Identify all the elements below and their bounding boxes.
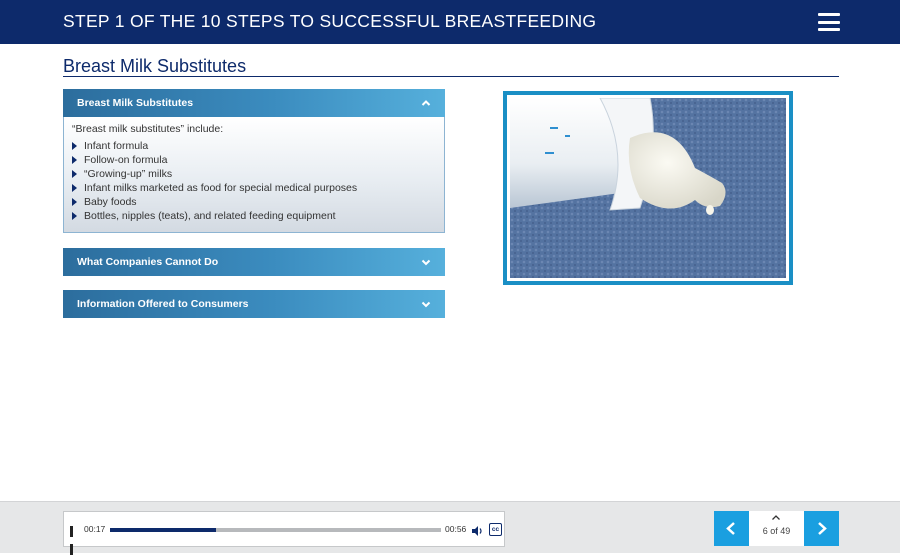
list-item-text: Bottles, nipples (teats), and related fe… bbox=[84, 210, 336, 223]
chevron-down-icon bbox=[421, 299, 431, 309]
accordion-header-information-offered-to-consumers[interactable]: Information Offered to Consumers bbox=[63, 290, 445, 318]
triangle-bullet-icon bbox=[72, 142, 77, 150]
accordion-header-breast-milk-substitutes[interactable]: Breast Milk Substitutes bbox=[63, 89, 445, 117]
accordion-header-what-companies-cannot-do[interactable]: What Companies Cannot Do bbox=[63, 248, 445, 276]
substitutes-list: Infant formula Follow-on formula “Growin… bbox=[72, 139, 357, 224]
chevron-up-icon bbox=[772, 515, 780, 520]
title-divider bbox=[63, 76, 839, 77]
chevron-down-icon bbox=[421, 257, 431, 267]
page-indicator[interactable]: 6 of 49 bbox=[749, 511, 804, 546]
list-item: Baby foods bbox=[72, 195, 357, 209]
triangle-bullet-icon bbox=[72, 156, 77, 165]
accordion-label: What Companies Cannot Do bbox=[77, 256, 219, 268]
list-item: “Growing-up” milks bbox=[72, 167, 357, 181]
hamburger-menu-icon[interactable] bbox=[818, 13, 840, 31]
triangle-bullet-icon bbox=[72, 184, 77, 193]
list-item: Infant milks marketed as food for specia… bbox=[72, 181, 357, 195]
duration-time: 00:56 bbox=[445, 524, 467, 534]
list-item: Follow-on formula bbox=[72, 153, 357, 167]
page-title: Breast Milk Substitutes bbox=[63, 56, 247, 76]
panel-intro-text: “Breast milk substitutes” include: bbox=[72, 123, 224, 135]
image-frame bbox=[503, 91, 793, 285]
pause-icon[interactable] bbox=[70, 524, 79, 555]
chevron-left-icon bbox=[726, 522, 735, 535]
previous-page-button[interactable] bbox=[714, 511, 749, 546]
current-time: 00:17 bbox=[84, 524, 106, 534]
list-item-text: Infant milks marketed as food for specia… bbox=[84, 182, 358, 195]
triangle-bullet-icon bbox=[72, 170, 77, 179]
next-page-button[interactable] bbox=[804, 511, 839, 546]
top-header-bar: STEP 1 OF THE 10 STEPS TO SUCCESSFUL BRE… bbox=[0, 0, 900, 44]
list-item: Bottles, nipples (teats), and related fe… bbox=[72, 209, 357, 223]
progress-track[interactable] bbox=[110, 528, 441, 532]
list-item-text: Follow-on formula bbox=[84, 154, 168, 167]
triangle-bullet-icon bbox=[72, 212, 77, 221]
accordion-label: Information Offered to Consumers bbox=[77, 298, 249, 310]
page-count: 6 of 49 bbox=[762, 526, 791, 536]
footer-bar: 00:17 00:56 cc 6 of 49 bbox=[0, 501, 900, 555]
closed-captions-button[interactable]: cc bbox=[489, 523, 502, 536]
triangle-bullet-icon bbox=[72, 198, 77, 207]
course-title: STEP 1 OF THE 10 STEPS TO SUCCESSFUL BRE… bbox=[63, 11, 597, 31]
chevron-up-icon bbox=[421, 98, 431, 108]
accordion-panel-breast-milk-substitutes: “Breast milk substitutes” include: Infan… bbox=[63, 117, 445, 233]
baby-bottle-photo bbox=[510, 98, 786, 278]
accordion-label: Breast Milk Substitutes bbox=[77, 97, 194, 109]
audio-player: 00:17 00:56 cc bbox=[63, 511, 505, 555]
chevron-right-icon bbox=[818, 522, 827, 535]
progress-fill bbox=[110, 528, 216, 532]
list-item-text: Infant formula bbox=[84, 140, 149, 152]
volume-icon[interactable] bbox=[471, 524, 483, 536]
list-item: Infant formula bbox=[72, 139, 357, 153]
list-item-text: “Growing-up” milks bbox=[84, 168, 173, 181]
list-item-text: Baby foods bbox=[84, 196, 137, 209]
